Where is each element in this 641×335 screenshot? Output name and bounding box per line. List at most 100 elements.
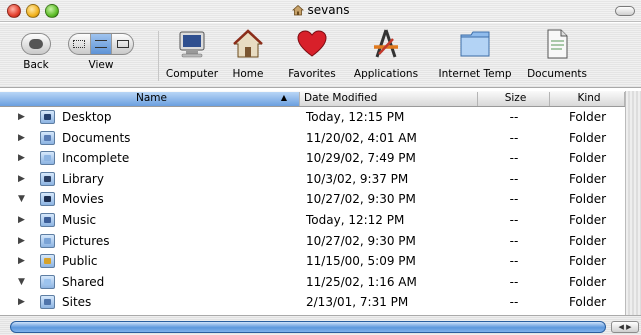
row-size: -- xyxy=(509,295,519,310)
column-header-date-label: Date Modified xyxy=(304,92,378,104)
disclosure-triangle-icon[interactable]: ▶ xyxy=(18,169,28,190)
row-size: -- xyxy=(509,254,519,269)
row-kind: Folder xyxy=(568,254,607,269)
row-kind: Folder xyxy=(568,130,607,145)
disclosure-triangle-icon[interactable]: ▶ xyxy=(18,148,28,169)
row-date: 10/3/02, 9:37 PM xyxy=(306,171,409,186)
table-row[interactable]: ▶ Pictures 10/27/02, 9:30 PM -- Folder xyxy=(0,231,625,252)
row-kind: Folder xyxy=(568,151,607,166)
table-row[interactable]: ▼ Movies 10/27/02, 9:30 PM -- Folder xyxy=(0,189,625,210)
table-row[interactable]: ▶ Incomplete 10/29/02, 7:49 PM -- Folder xyxy=(0,148,625,169)
horizontal-scrollbar[interactable]: ◀ ▶ xyxy=(0,315,641,335)
toolbar-label-internet-temp: Internet Temp xyxy=(438,68,512,80)
row-date: 10/29/02, 7:49 PM xyxy=(306,151,416,166)
row-date: 10/27/02, 9:30 PM xyxy=(306,233,416,248)
toolbar-item-favorites[interactable]: Favorites xyxy=(282,27,342,80)
row-name: Documents xyxy=(62,130,131,145)
toolbar-label-documents: Documents xyxy=(527,68,587,80)
table-row[interactable]: ▶ Desktop Today, 12:15 PM -- Folder xyxy=(0,107,625,128)
row-name: Music xyxy=(62,212,97,227)
column-header-name-label: Name xyxy=(136,92,167,104)
view-label: View xyxy=(88,59,114,71)
toolbar-item-applications[interactable]: Applications xyxy=(346,27,426,80)
row-date: Today, 12:12 PM xyxy=(306,212,405,227)
toolbar: Back View Computer Home Favorites Applic… xyxy=(0,23,641,88)
row-name: Incomplete xyxy=(62,151,130,166)
column-header-size-label: Size xyxy=(504,92,527,104)
back-item[interactable]: Back xyxy=(16,27,56,71)
back-label: Back xyxy=(23,59,49,71)
heart-icon xyxy=(297,30,327,57)
horizontal-scroll-thumb[interactable] xyxy=(10,321,606,333)
row-size: -- xyxy=(509,274,519,289)
column-header-kind[interactable]: Kind xyxy=(550,92,625,106)
toolbar-label-applications: Applications xyxy=(353,68,419,80)
row-size: -- xyxy=(509,130,519,145)
toolbar-item-computer[interactable]: Computer xyxy=(162,27,222,80)
row-date: 10/27/02, 9:30 PM xyxy=(306,192,416,207)
row-name: Sites xyxy=(62,295,92,310)
desktop-folder-icon xyxy=(40,110,55,124)
disclosure-triangle-icon[interactable]: ▼ xyxy=(18,272,28,293)
document-icon xyxy=(547,29,568,59)
row-size: -- xyxy=(509,192,519,207)
row-kind: Folder xyxy=(568,295,607,310)
table-row[interactable]: ▶ Sites 2/13/01, 7:31 PM -- Folder xyxy=(0,292,625,313)
table-row[interactable]: ▶ Documents 11/20/02, 4:01 AM -- Folder xyxy=(0,128,625,149)
folder-icon xyxy=(460,31,490,57)
table-row[interactable]: ▶ Library 10/3/02, 9:37 PM -- Folder xyxy=(0,169,625,190)
toolbar-item-internet-temp[interactable]: Internet Temp xyxy=(430,27,520,80)
toolbar-item-documents[interactable]: Documents xyxy=(522,27,592,80)
column-header-name[interactable]: Name ▲ xyxy=(0,92,300,106)
row-name: Public xyxy=(62,254,98,269)
scroll-arrows-button[interactable]: ◀ ▶ xyxy=(611,321,639,333)
view-item[interactable]: View xyxy=(66,27,136,71)
disclosure-triangle-icon[interactable]: ▼ xyxy=(18,189,28,210)
disclosure-triangle-icon[interactable]: ▶ xyxy=(18,231,28,252)
disclosure-triangle-icon[interactable]: ▶ xyxy=(18,107,28,128)
column-header-date[interactable]: Date Modified xyxy=(300,92,478,106)
disclosure-triangle-icon[interactable]: ▶ xyxy=(18,251,28,272)
icon-view-button[interactable] xyxy=(69,34,91,54)
column-view-button[interactable] xyxy=(112,34,133,54)
view-segmented-control[interactable] xyxy=(68,33,134,55)
toolbar-item-home[interactable]: Home xyxy=(228,27,268,80)
back-button[interactable] xyxy=(21,33,51,55)
row-name: Shared xyxy=(62,274,105,289)
row-date: 11/25/02, 1:16 AM xyxy=(306,274,417,289)
folder-icon xyxy=(40,274,55,289)
table-row[interactable]: ▶ Music Today, 12:12 PM -- Folder xyxy=(0,210,625,231)
list-view-icon xyxy=(95,40,107,48)
folder-icon xyxy=(40,151,55,166)
vertical-scrollbar[interactable] xyxy=(625,91,641,315)
table-row[interactable]: ▼ Shared 11/25/02, 1:16 AM -- Folder xyxy=(0,272,625,293)
row-date: Today, 12:15 PM xyxy=(306,110,405,124)
row-size: -- xyxy=(509,171,519,186)
toolbar-toggle-button[interactable] xyxy=(615,6,635,16)
music-folder-icon xyxy=(40,212,55,227)
disclosure-triangle-icon[interactable]: ▶ xyxy=(18,210,28,231)
row-kind: Folder xyxy=(568,274,607,289)
window-title-container: sevans xyxy=(0,3,641,17)
table-row[interactable]: ▶ Public 11/15/00, 5:09 PM -- Folder xyxy=(0,251,625,272)
applications-icon xyxy=(374,29,398,58)
row-name: Library xyxy=(62,171,104,186)
library-folder-icon xyxy=(40,171,55,186)
row-kind: Folder xyxy=(568,171,607,186)
disclosure-triangle-icon[interactable]: ▶ xyxy=(18,128,28,149)
movies-folder-icon xyxy=(40,192,55,207)
row-size: -- xyxy=(509,110,519,124)
row-date: 2/13/01, 7:31 PM xyxy=(306,295,409,310)
column-header-bar: Name ▲ Date Modified Size Kind xyxy=(0,91,625,107)
list-view-button[interactable] xyxy=(90,34,113,54)
row-size: -- xyxy=(509,212,519,227)
row-kind: Folder xyxy=(568,192,607,207)
row-kind: Folder xyxy=(568,110,607,124)
file-list: ▶ Desktop Today, 12:15 PM -- Folder ▶ Do… xyxy=(0,107,625,313)
disclosure-triangle-icon[interactable]: ▶ xyxy=(18,292,28,313)
column-header-size[interactable]: Size xyxy=(478,92,550,106)
row-kind: Folder xyxy=(568,233,607,248)
documents-folder-icon xyxy=(40,130,55,145)
icon-view-icon xyxy=(73,40,86,48)
sort-ascending-icon: ▲ xyxy=(280,93,287,102)
